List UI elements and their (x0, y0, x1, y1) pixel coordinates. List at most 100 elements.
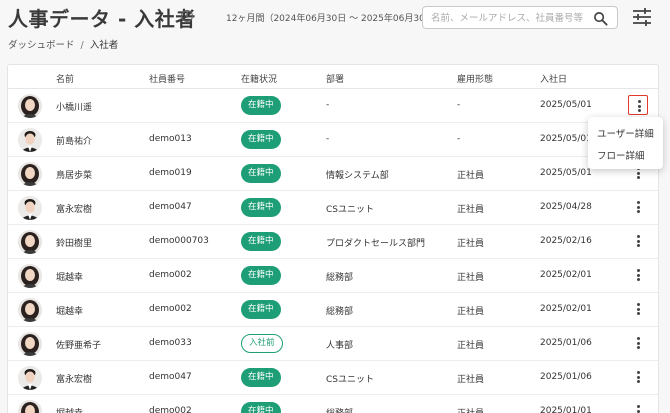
page-header: 人事データ - 入社者 i 12ヶ月間（2024年06月30日 ～ 2025年0… (0, 0, 670, 34)
employee-name[interactable]: 富永宏樹 (56, 202, 92, 215)
table-row[interactable]: 小橋川遥 在籍中 - - 2025/05/01 (8, 89, 658, 123)
avatar (18, 264, 42, 288)
department: - (326, 100, 330, 110)
row-context-menu: ユーザー詳細 フロー詳細 (588, 117, 663, 169)
employment-type: 正社員 (457, 205, 485, 215)
employee-name[interactable]: 富永宏樹 (56, 372, 92, 385)
employee-id: demo019 (149, 168, 192, 178)
join-date: 2025/04/28 (540, 202, 592, 212)
employee-id: demo002 (149, 304, 192, 314)
employment-type: 正社員 (457, 239, 485, 249)
avatar (18, 94, 42, 118)
employment-type: 正社員 (457, 273, 485, 283)
column-header-employment[interactable]: 雇用形態 (457, 72, 493, 85)
period-range: 12ヶ月間（2024年06月30日 ～ 2025年06月30日） (226, 14, 443, 24)
employment-type: 正社員 (457, 375, 485, 385)
department: プロダクトセールス部門 (326, 239, 426, 249)
employment-type: 正社員 (457, 341, 485, 351)
more-vert-icon[interactable] (628, 95, 648, 115)
table-header: 名前 社員番号 在籍状況 部署 雇用形態 入社日 (8, 65, 658, 89)
search-icon[interactable] (593, 11, 608, 26)
employee-id: demo002 (149, 270, 192, 280)
employment-type: 正社員 (457, 171, 485, 181)
avatar (18, 400, 42, 413)
column-header-join-date[interactable]: 入社日 (540, 72, 567, 85)
menu-item-flow-detail[interactable]: フロー詳細 (597, 148, 645, 162)
sliders-icon[interactable] (631, 7, 653, 27)
more-vert-icon[interactable] (628, 401, 648, 413)
search-input[interactable] (431, 10, 591, 26)
column-header-department[interactable]: 部署 (326, 72, 344, 85)
employee-table: 名前 社員番号 在籍状況 部署 雇用形態 入社日 小橋川遥 在籍中 - -2025/0… (7, 64, 659, 413)
join-date: 2025/05/01 (540, 134, 592, 144)
avatar (18, 128, 42, 152)
employee-name[interactable]: 堀越幸 (56, 304, 83, 317)
more-vert-icon[interactable] (628, 231, 648, 251)
department: 総務部 (326, 307, 354, 317)
employee-id: demo033 (149, 338, 192, 348)
breadcrumb-dashboard[interactable]: ダッシュボード (8, 40, 75, 51)
join-date: 2025/02/01 (540, 304, 592, 314)
table-row[interactable]: 富永宏樹 demo047 在籍中 CSユニット 正社員 2025/04/28 (8, 191, 658, 225)
table-row[interactable]: 堀越幸 demo002 在籍中 総務部 正社員 2025/01/01 (8, 395, 658, 413)
table-row[interactable]: 富永宏樹 demo047 在籍中 CSユニット 正社員 2025/01/06 (8, 361, 658, 395)
status-badge: 在籍中 (241, 232, 281, 251)
info-icon[interactable]: i (181, 10, 193, 22)
employment-type: - (457, 100, 461, 110)
department: CSユニット (326, 375, 374, 385)
table-row[interactable]: 前島祐介 demo013 在籍中 - - 2025/05/01 (8, 123, 658, 157)
employee-name[interactable]: 小橋川遥 (56, 100, 92, 113)
column-header-name[interactable]: 名前 (56, 72, 74, 85)
department: 総務部 (326, 406, 353, 413)
employee-id: demo047 (149, 372, 192, 382)
status-badge: 在籍中 (241, 198, 281, 217)
employee-id: demo002 (149, 406, 192, 413)
join-date: 2025/05/01 (540, 100, 592, 110)
column-header-status[interactable]: 在籍状況 (241, 72, 277, 85)
breadcrumb-current: 入社者 (89, 40, 119, 51)
join-date: 2025/02/01 (540, 270, 592, 280)
more-vert-icon[interactable] (628, 197, 648, 217)
join-date: 2025/02/16 (540, 236, 592, 246)
table-row[interactable]: 鳥居歩菜 demo019 在籍中 情報システム部 正社員 2025/05/01 (8, 157, 658, 191)
employment-type: 正社員 (457, 307, 485, 317)
table-row[interactable]: 鈴田樹里 demo000703 在籍中 プロダクトセールス部門 正社員 2025/02/1… (8, 225, 658, 259)
table-row[interactable]: 佐野亜希子 demo033 入社前 人事部 正社員 2025/01/06 (8, 327, 658, 361)
menu-item-user-detail[interactable]: ユーザー詳細 (597, 126, 654, 140)
employee-name[interactable]: 堀越幸 (56, 406, 83, 413)
join-date: 2025/01/06 (540, 338, 592, 348)
status-badge: 在籍中 (241, 164, 281, 183)
status-badge: 入社前 (241, 334, 283, 353)
column-header-employee-id[interactable]: 社員番号 (149, 72, 185, 85)
employee-name[interactable]: 鳥居歩菜 (56, 168, 92, 181)
join-date: 2025/01/01 (540, 406, 592, 413)
join-date: 2025/01/06 (540, 372, 592, 382)
department: CSユニット (326, 205, 374, 215)
employee-id: demo047 (149, 202, 192, 212)
avatar (18, 162, 42, 186)
search-box (422, 6, 618, 29)
table-row[interactable]: 堀越幸 demo002 在籍中 総務部 正社員 2025/02/01 (8, 293, 658, 327)
employee-name[interactable]: 鈴田樹里 (56, 236, 92, 249)
table-row[interactable]: 堀越幸 demo002 在籍中 総務部 正社員 2025/02/01 (8, 259, 658, 293)
status-badge: 在籍中 (241, 368, 281, 387)
avatar (18, 298, 42, 322)
more-vert-icon[interactable] (628, 265, 648, 285)
avatar (18, 366, 42, 390)
employee-name[interactable]: 佐野亜希子 (56, 338, 101, 351)
status-badge: 在籍中 (241, 266, 281, 285)
employment-type: - (457, 134, 461, 144)
more-vert-icon[interactable] (628, 333, 648, 353)
status-badge: 在籍中 (241, 96, 281, 115)
department: 情報システム部 (326, 171, 389, 181)
more-vert-icon[interactable] (628, 299, 648, 319)
avatar (18, 230, 42, 254)
join-date: 2025/05/01 (540, 168, 592, 178)
status-badge: 在籍中 (241, 130, 281, 149)
more-vert-icon[interactable] (628, 367, 648, 387)
employee-name[interactable]: 前島祐介 (56, 134, 92, 147)
employee-name[interactable]: 堀越幸 (56, 270, 83, 283)
status-badge: 在籍中 (241, 402, 281, 413)
avatar (18, 332, 42, 356)
employee-id: demo013 (149, 134, 192, 144)
